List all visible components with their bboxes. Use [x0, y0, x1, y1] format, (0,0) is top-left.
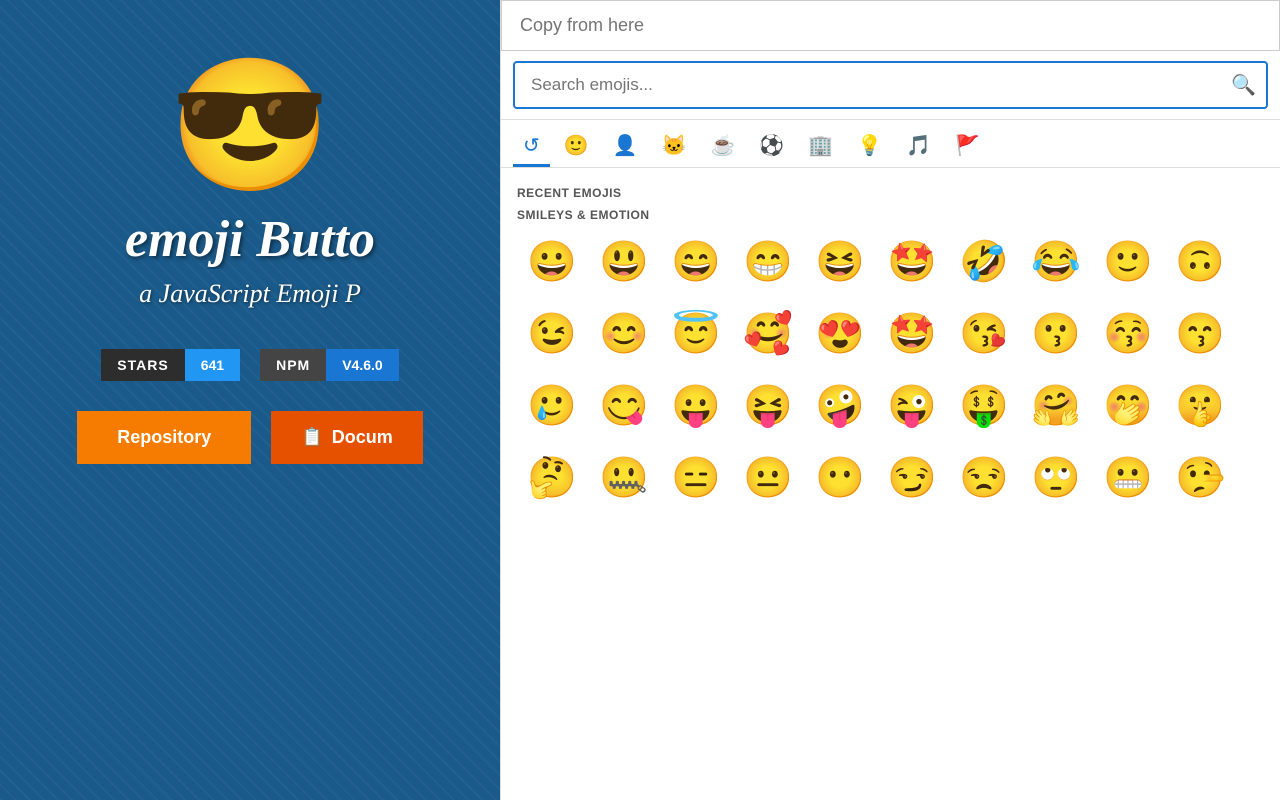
npm-label: NPM — [260, 349, 326, 381]
emoji-kissing-smiling[interactable]: 😙 — [1165, 298, 1235, 368]
tab-travel[interactable]: 🏢 — [798, 128, 843, 167]
emoji-tear[interactable]: 🥲 — [517, 370, 587, 440]
stats-row: STARS 641 NPM V4.6.0 — [101, 349, 398, 381]
emoji-squinting-tongue[interactable]: 😝 — [733, 370, 803, 440]
recent-section-label: RECENT EMOJIS — [517, 186, 1264, 200]
tab-flags[interactable]: 🚩 — [945, 128, 990, 167]
tab-people[interactable]: 👤 — [603, 128, 648, 167]
emoji-shushing[interactable]: 🤫 — [1165, 370, 1235, 440]
emoji-heart-eyes[interactable]: 😍 — [805, 298, 875, 368]
emoji-smiley[interactable]: 😃 — [589, 226, 659, 296]
emoji-lying[interactable]: 🤥 — [1165, 442, 1235, 512]
stars-value: 641 — [185, 349, 240, 381]
tab-food[interactable]: ☕ — [700, 128, 745, 167]
emoji-rofl[interactable]: 🤣 — [949, 226, 1019, 296]
emoji-laughing[interactable]: 😆 — [805, 226, 875, 296]
doc-label: Docum — [332, 427, 393, 448]
emoji-roll-eyes[interactable]: 🙄 — [1021, 442, 1091, 512]
emoji-yum[interactable]: 😋 — [589, 370, 659, 440]
emoji-joy[interactable]: 😂 — [1021, 226, 1091, 296]
doc-icon: 📋 — [301, 427, 323, 448]
emoji-wink[interactable]: 😉 — [517, 298, 587, 368]
search-input[interactable] — [513, 61, 1268, 109]
smileys-section-label: SMILEYS & EMOTION — [517, 208, 1264, 222]
hero-emoji: 😎 — [169, 60, 331, 190]
emoji-beaming[interactable]: 😁 — [733, 226, 803, 296]
emoji-sweat-smile[interactable]: 🤩 — [877, 226, 947, 296]
stars-stat: STARS 641 — [101, 349, 240, 381]
emoji-upside-down[interactable]: 🙃 — [1165, 226, 1235, 296]
emoji-grinning[interactable]: 😀 — [517, 226, 587, 296]
emoji-zany[interactable]: 🤪 — [805, 370, 875, 440]
emoji-hugging[interactable]: 🤗 — [1021, 370, 1091, 440]
tab-objects[interactable]: 💡 — [847, 128, 892, 167]
search-icon: 🔍 — [1231, 73, 1256, 98]
stars-label: STARS — [101, 349, 184, 381]
emoji-grimacing[interactable]: 😬 — [1093, 442, 1163, 512]
emoji-section: RECENT EMOJIS SMILEYS & EMOTION 😀 😃 😄 😁 … — [501, 168, 1280, 800]
repository-button[interactable]: Repository — [77, 411, 251, 464]
emoji-blush[interactable]: 😊 — [589, 298, 659, 368]
emoji-stuck-out-tongue[interactable]: 😛 — [661, 370, 731, 440]
app-subtitle: a JavaScript Emoji P — [0, 279, 500, 309]
search-container: 🔍 — [501, 51, 1280, 120]
emoji-smirk[interactable]: 😏 — [877, 442, 947, 512]
npm-value: V4.6.0 — [326, 349, 398, 381]
documentation-button[interactable]: 📋 Docum — [271, 411, 422, 464]
action-buttons: Repository 📋 Docum — [77, 411, 422, 464]
tab-smileys[interactable]: 🙂 — [554, 128, 599, 167]
emoji-slightly-smiling[interactable]: 🙂 — [1093, 226, 1163, 296]
emoji-picker-panel: 🔍 ↺ 🙂 👤 🐱 ☕ ⚽ 🏢 💡 🎵 🚩 RECENT EMOJIS SMIL… — [500, 0, 1280, 800]
emoji-star-struck[interactable]: 🤩 — [877, 298, 947, 368]
emoji-hand-mouth[interactable]: 🤭 — [1093, 370, 1163, 440]
emoji-kissing[interactable]: 😗 — [1021, 298, 1091, 368]
emoji-kissing-heart[interactable]: 😘 — [949, 298, 1019, 368]
emoji-smile[interactable]: 😄 — [661, 226, 731, 296]
tab-sports[interactable]: ⚽ — [749, 128, 794, 167]
left-panel: 😎 emoji Butto a JavaScript Emoji P STARS… — [0, 0, 500, 800]
emoji-hearts[interactable]: 🥰 — [733, 298, 803, 368]
smileys-grid: 😀 😃 😄 😁 😆 🤩 🤣 😂 🙂 🙃 😉 😊 😇 🥰 😍 🤩 😘 😗 😚 😙 … — [517, 226, 1264, 512]
npm-stat: NPM V4.6.0 — [260, 349, 399, 381]
emoji-neutral[interactable]: 😐 — [733, 442, 803, 512]
tab-animals[interactable]: 🐱 — [652, 128, 697, 167]
category-tabs: ↺ 🙂 👤 🐱 ☕ ⚽ 🏢 💡 🎵 🚩 — [501, 120, 1280, 168]
emoji-expressionless[interactable]: 😑 — [661, 442, 731, 512]
emoji-halo[interactable]: 😇 — [661, 298, 731, 368]
emoji-money-mouth[interactable]: 🤑 — [949, 370, 1019, 440]
tab-symbols[interactable]: 🎵 — [896, 128, 941, 167]
tab-recent[interactable]: ↺ — [513, 128, 550, 167]
emoji-kissing-closed[interactable]: 😚 — [1093, 298, 1163, 368]
emoji-winking-tongue[interactable]: 😜 — [877, 370, 947, 440]
emoji-zipper-mouth[interactable]: 🤐 — [589, 442, 659, 512]
emoji-thinking[interactable]: 🤔 — [517, 442, 587, 512]
emoji-no-mouth[interactable]: 😶 — [805, 442, 875, 512]
app-title: emoji Butto — [0, 210, 500, 269]
emoji-unamused[interactable]: 😒 — [949, 442, 1019, 512]
copy-input[interactable] — [501, 0, 1280, 51]
